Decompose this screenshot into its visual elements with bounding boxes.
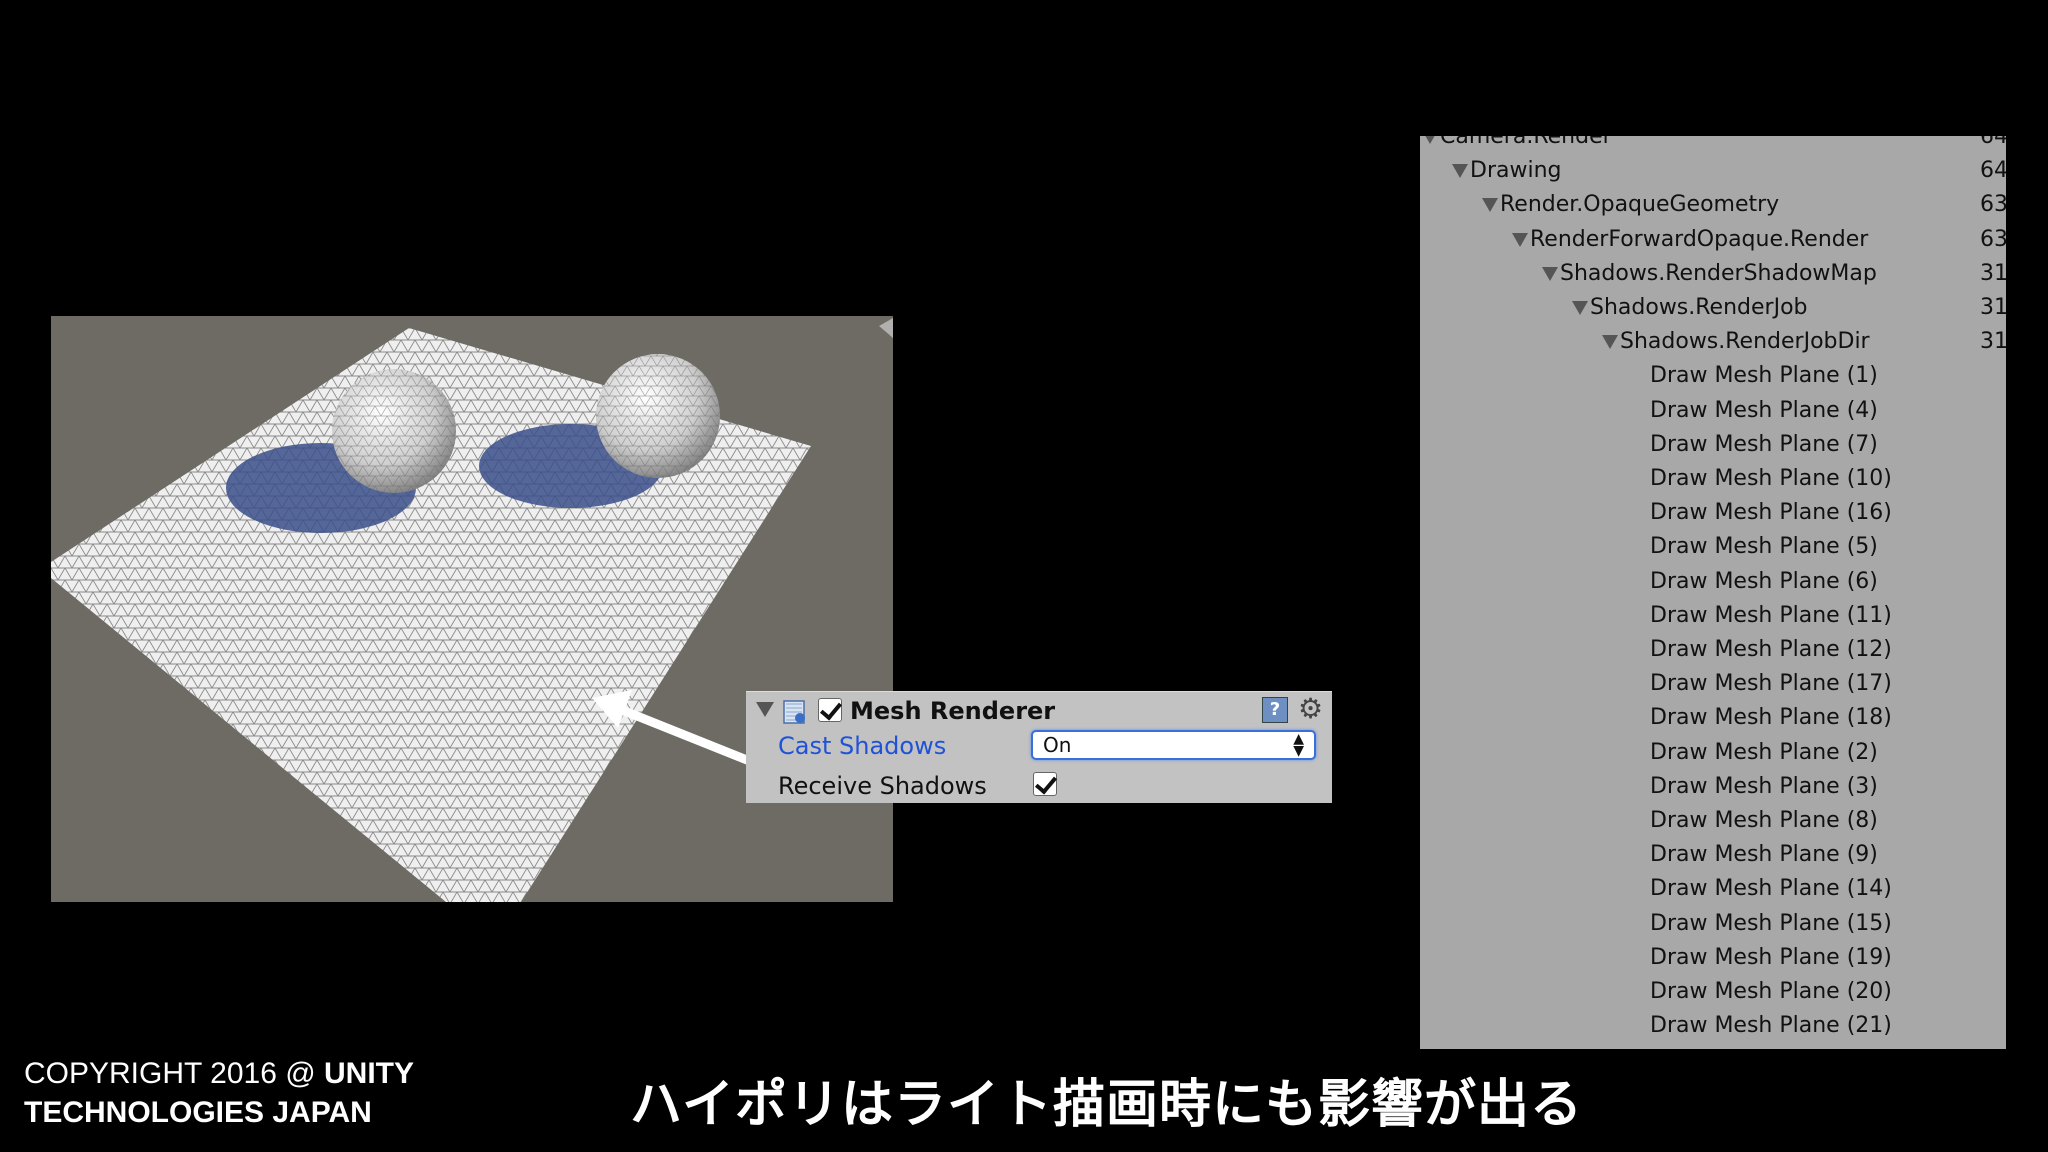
receive-shadows-label: Receive Shadows <box>778 772 987 800</box>
profiler-row[interactable]: Draw Mesh Plane (7) <box>1650 428 1878 462</box>
profiler-row[interactable]: Draw Mesh Plane (5) <box>1650 530 1878 564</box>
profiler-row-label: Draw Mesh Plane (17) <box>1650 671 1892 697</box>
expand-triangle-icon[interactable] <box>1602 335 1618 350</box>
profiler-row[interactable]: RenderForwardOpaque.Render <box>1512 223 1868 257</box>
copyright-line2: TECHNOLOGIES JAPAN <box>24 1096 372 1129</box>
profiler-row[interactable]: Draw Mesh Plane (20) <box>1650 975 1892 1009</box>
profiler-row-label: Draw Mesh Plane (18) <box>1650 705 1892 731</box>
profiler-row-label: Draw Mesh Plane (1) <box>1650 363 1878 389</box>
profiler-row-label: Draw Mesh Plane (3) <box>1650 773 1878 799</box>
profiler-row-label: Drawing <box>1470 158 1562 184</box>
receive-shadows-checkbox[interactable] <box>1033 772 1057 796</box>
profiler-row[interactable]: Draw Mesh Plane (8) <box>1650 804 1878 838</box>
profiler-row[interactable]: Draw Mesh Plane (4) <box>1650 394 1878 428</box>
expand-triangle-icon[interactable] <box>1482 198 1498 213</box>
slide-caption: ハイポリはライト描画時にも影響が出る <box>630 1075 1583 1135</box>
profiler-row[interactable]: Draw Mesh Plane (19) <box>1650 941 1892 975</box>
profiler-row-label: Render.OpaqueGeometry <box>1500 192 1780 218</box>
profiler-row[interactable]: Shadows.RenderShadowMap <box>1542 257 1877 291</box>
copyright-notice: COPYRIGHT 2016 @ UNITY TECHNOLOGIES JAPA… <box>24 1054 414 1132</box>
profiler-row-label: Draw Mesh Plane (12) <box>1650 637 1892 662</box>
profiler-row[interactable]: Draw Mesh Plane (9) <box>1650 838 1878 872</box>
profiler-row-value: 31 <box>1980 329 2006 355</box>
profiler-row-label: Draw Mesh Plane (10) <box>1650 466 1892 491</box>
help-icon[interactable]: ? <box>1262 697 1288 723</box>
profiler-row[interactable]: Draw Mesh Plane (16) <box>1650 496 1892 530</box>
profiler-row-value: 63 <box>1980 226 2006 252</box>
profiler-row-label: Draw Mesh Plane (19) <box>1650 944 1892 970</box>
profiler-row[interactable]: Draw Mesh Plane (18) <box>1650 701 1892 735</box>
profiler-row[interactable]: Draw Mesh Plane (3) <box>1650 770 1878 804</box>
profiler-row-value: 63 <box>1980 192 2006 218</box>
expand-triangle-icon[interactable] <box>1452 164 1468 179</box>
expand-triangle-icon[interactable] <box>1512 232 1528 247</box>
profiler-row-value: 31 <box>1980 260 2006 286</box>
mesh-renderer-icon <box>783 700 805 724</box>
component-title: Mesh Renderer <box>850 697 1056 725</box>
profiler-row-label: Shadows.RenderJobDir <box>1620 329 1870 355</box>
profiler-row-label: Draw Mesh Plane (15) <box>1650 910 1892 936</box>
profiler-row-label: Draw Mesh Plane (20) <box>1650 979 1892 1004</box>
component-enabled-checkbox[interactable] <box>818 698 842 722</box>
gear-icon[interactable]: ⚙ <box>1298 695 1323 723</box>
foldout-triangle-icon[interactable] <box>756 702 774 717</box>
scene-render <box>51 318 893 902</box>
profiler-row-label: Draw Mesh Plane (11) <box>1650 602 1892 628</box>
profiler-row[interactable]: Draw Mesh Plane (2) <box>1650 736 1878 770</box>
profiler-row[interactable]: Render.OpaqueGeometry <box>1482 188 1779 222</box>
copyright-company: UNITY <box>324 1057 414 1090</box>
profiler-row-value: 64 <box>1980 136 2006 149</box>
profiler-row[interactable]: Draw Mesh Plane (14) <box>1650 872 1892 906</box>
profiler-row[interactable]: Draw Mesh Plane (11) <box>1650 599 1892 633</box>
profiler-row-label: Draw Mesh Plane (4) <box>1650 397 1878 423</box>
profiler-row[interactable]: Draw Mesh Plane (15) <box>1650 907 1892 941</box>
profiler-row-label: Draw Mesh Plane (21) <box>1650 1013 1892 1039</box>
expand-triangle-icon[interactable] <box>1422 136 1438 144</box>
updown-arrows-icon: ▲ ▼ <box>1293 731 1304 759</box>
cast-shadows-dropdown[interactable]: On ▲ ▼ <box>1031 730 1316 760</box>
profiler-row-label: Draw Mesh Plane (7) <box>1650 431 1878 457</box>
profiler-row-label: Shadows.RenderJob <box>1590 295 1808 320</box>
profiler-row-label: Draw Mesh Plane (9) <box>1650 842 1878 868</box>
profiler-row-label: Draw Mesh Plane (14) <box>1650 876 1892 902</box>
profiler-row[interactable]: Draw Mesh Plane (21) <box>1650 1009 1892 1043</box>
profiler-row-label: Camera.Render <box>1440 136 1612 149</box>
mesh-renderer-inspector: Mesh Renderer ? ⚙ Cast Shadows On ▲ ▼ Rec… <box>746 691 1332 803</box>
expand-triangle-icon[interactable] <box>1572 301 1588 315</box>
profiler-row-label: Draw Mesh Plane (6) <box>1650 568 1878 594</box>
profiler-row-label: Draw Mesh Plane (16) <box>1650 500 1892 526</box>
profiler-row[interactable]: Draw Mesh Plane (6) <box>1650 565 1878 599</box>
profiler-row-label: Draw Mesh Plane (5) <box>1650 534 1878 560</box>
scene-view[interactable] <box>51 316 893 902</box>
profiler-row-value: 31 <box>1980 295 2006 320</box>
profiler-row-label: Draw Mesh Plane (8) <box>1650 808 1878 833</box>
profiler-row[interactable]: Drawing <box>1452 154 1561 188</box>
profiler-hierarchy-panel: Camera.Render 64 Drawing 64 Render.OpaqueGeo… <box>1420 136 2006 1049</box>
cast-shadows-value: On <box>1043 733 1072 757</box>
profiler-row[interactable]: Draw Mesh Plane (1) <box>1650 359 1878 393</box>
copyright-prefix: COPYRIGHT 2016 @ <box>24 1057 324 1090</box>
profiler-row[interactable]: Camera.Render <box>1422 136 1612 154</box>
pointer-arrow <box>592 690 757 767</box>
profiler-row-label: Shadows.RenderShadowMap <box>1560 260 1877 286</box>
profiler-row[interactable]: Shadows.RenderJob <box>1572 291 1808 325</box>
profiler-row[interactable]: Draw Mesh Plane (12) <box>1650 633 1892 667</box>
expand-triangle-icon[interactable] <box>1542 266 1558 281</box>
profiler-row[interactable]: Shadows.RenderJobDir <box>1602 325 1870 359</box>
cast-shadows-label: Cast Shadows <box>778 732 947 760</box>
profiler-row-label: RenderForwardOpaque.Render <box>1530 226 1869 252</box>
profiler-row-value: 64 <box>1980 158 2006 184</box>
profiler-row[interactable]: Draw Mesh Plane (10) <box>1650 462 1892 496</box>
profiler-row-label: Draw Mesh Plane (2) <box>1650 739 1878 765</box>
profiler-row[interactable]: Draw Mesh Plane (17) <box>1650 667 1892 701</box>
